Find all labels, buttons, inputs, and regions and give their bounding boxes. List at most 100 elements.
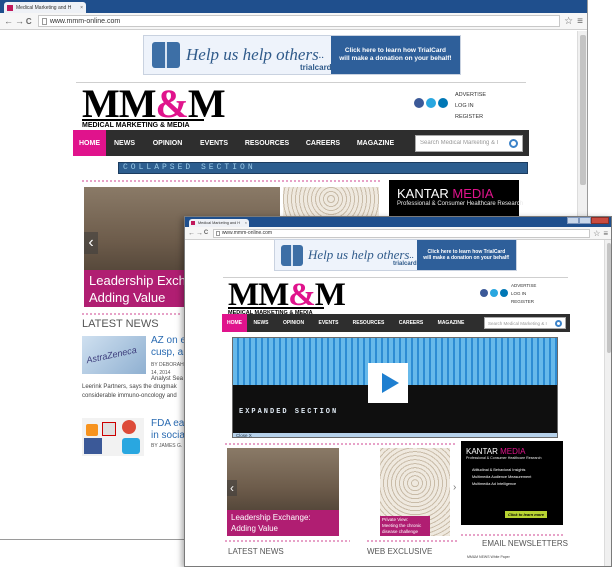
main-nav: HOME NEWS OPINION EVENTS RESOURCES CAREE… <box>73 130 529 156</box>
kantar-brand-highlight: MEDIA <box>452 186 494 201</box>
facebook-icon[interactable] <box>480 289 488 297</box>
kantar-cta-button[interactable]: Click to learn more <box>505 511 548 518</box>
nav-careers[interactable]: CAREERS <box>298 140 348 147</box>
back-icon[interactable]: ← <box>188 230 196 237</box>
nav-news[interactable]: NEWS <box>247 320 275 326</box>
close-bar[interactable]: Close X <box>233 433 557 437</box>
reload-icon[interactable]: C <box>26 17 38 26</box>
news-thumbnail[interactable]: AstraZeneca <box>82 336 146 374</box>
forward-icon[interactable]: → <box>15 16 26 26</box>
dotted-divider <box>82 180 382 182</box>
nav-events[interactable]: EVENTS <box>312 320 345 326</box>
nav-home[interactable]: HOME <box>73 130 106 156</box>
news-meta: BY DEBORAH 14, 2014 <box>151 361 184 377</box>
kantar-brand-text: KANTAR <box>397 186 449 201</box>
register-link[interactable]: REGISTER <box>455 112 486 123</box>
nav-home[interactable]: HOME <box>222 314 247 332</box>
star-icon[interactable]: ☆ <box>593 229 600 238</box>
address-bar[interactable]: www.mmm-online.com <box>37 15 561 27</box>
private-view-image[interactable]: Private View: Meeting the chronic diseas… <box>380 448 450 536</box>
ad-banner-left: Help us help others .. trialcard <box>275 240 417 270</box>
tab-close-icon[interactable]: × <box>245 221 247 225</box>
linkedin-icon[interactable] <box>438 98 448 108</box>
search-input[interactable]: Search Medical Marketing & I <box>484 317 566 329</box>
private-view-caption[interactable]: Private View: Meeting the chronic diseas… <box>380 516 430 536</box>
nav-opinion[interactable]: OPINION <box>143 140 192 147</box>
tab-close-icon[interactable]: × <box>80 5 83 11</box>
register-link[interactable]: REGISTER <box>511 298 536 306</box>
scrollbar-thumb[interactable] <box>607 243 611 353</box>
main-nav: HOME NEWS OPINION EVENTS RESOURCES CAREE… <box>222 314 570 332</box>
newsletter-item[interactable]: MM&M NEWS White Paper <box>467 555 510 559</box>
advertise-link[interactable]: ADVERTISE <box>455 90 486 101</box>
logo-letters: MM & M <box>82 81 226 126</box>
expanded-section[interactable]: EXPANDED SECTION Close X <box>232 337 558 438</box>
news-byline: BY DEBORAH <box>151 362 184 368</box>
slider-caption-line2: Adding Value <box>231 524 278 533</box>
browser-tab[interactable]: Medical Marketing and H × <box>189 219 249 227</box>
nav-magazine[interactable]: MAGAZINE <box>348 140 403 147</box>
twitter-icon[interactable] <box>490 289 498 297</box>
page-icon <box>215 230 220 236</box>
nav-events[interactable]: EVENTS <box>192 140 236 147</box>
facebook-icon[interactable] <box>414 98 424 108</box>
slider-caption[interactable]: Leadership Exchange: Adding Value <box>227 510 339 536</box>
scrollbar-thumb[interactable] <box>580 35 586 185</box>
nav-opinion[interactable]: OPINION <box>275 320 312 326</box>
nav-news[interactable]: NEWS <box>106 140 143 147</box>
collapsed-section[interactable]: COLLAPSED SECTION <box>118 162 528 174</box>
logo-letters-a: MM <box>228 277 289 313</box>
login-link[interactable]: LOG IN <box>455 101 486 112</box>
kantar-ad[interactable]: KANTAR MEDIA Professional & Consumer Hea… <box>461 441 563 525</box>
article-line-2: considerable immuno-oncology and <box>82 393 177 399</box>
email-newsletters-heading: EMAIL NEWSLETTERS <box>482 539 568 548</box>
kantar-bullet-1: Attitudinal & Behavioral Insights <box>472 468 526 472</box>
twitter-icon[interactable] <box>426 98 436 108</box>
minimize-icon[interactable] <box>567 217 579 224</box>
search-input[interactable]: Search Medical Marketing & I <box>415 134 523 152</box>
social-media-thumbnail[interactable] <box>82 418 144 456</box>
ad-banner-left: Help us help others .. trialcard <box>144 36 332 74</box>
nav-magazine[interactable]: MAGAZINE <box>430 320 472 326</box>
slider-image[interactable]: ‹ Leadership Exchange: Adding Value <box>227 448 339 536</box>
close-label[interactable]: Close X <box>236 433 252 437</box>
nav-resources[interactable]: RESOURCES <box>345 320 392 326</box>
dotted-divider <box>225 540 350 542</box>
logo-letters-b: M <box>187 81 226 126</box>
tab-strip: Medical Marketing and H × <box>185 217 611 227</box>
search-icon[interactable] <box>555 319 562 327</box>
kantar-ad[interactable]: KANTAR MEDIA Professional & Consumer Hea… <box>389 180 523 216</box>
linkedin-icon[interactable] <box>500 289 508 297</box>
star-icon[interactable]: ☆ <box>564 16 573 27</box>
menu-icon[interactable]: ≡ <box>603 229 608 238</box>
slider-prev-icon[interactable]: ‹ <box>84 232 98 254</box>
forward-icon[interactable]: → <box>196 230 204 237</box>
scrollbar[interactable] <box>604 240 611 566</box>
logo-letters-b: M <box>314 277 346 313</box>
search-icon[interactable] <box>509 138 518 148</box>
maximize-icon[interactable] <box>579 217 591 224</box>
ad-banner[interactable]: Help us help others .. trialcard Click h… <box>143 35 461 75</box>
nav-resources[interactable]: RESOURCES <box>236 140 298 147</box>
ad-banner[interactable]: Help us help others .. trialcard Click h… <box>274 239 517 271</box>
advertise-link[interactable]: ADVERTISE <box>511 282 536 290</box>
browser-toolbar: ← → C www.mmm-online.com ☆ ≡ <box>0 13 587 30</box>
ad-cta[interactable]: Click here to learn how TrialCard will m… <box>416 240 516 270</box>
address-bar[interactable]: www.mmm-online.com <box>212 228 591 238</box>
ad-cta[interactable]: Click here to learn how TrialCard will m… <box>330 36 460 74</box>
mmm-logo[interactable]: MM & M MEDICAL MARKETING & MEDIA <box>228 277 346 316</box>
url-text: www.mmm-online.com <box>49 17 121 25</box>
menu-icon[interactable]: ≡ <box>577 16 583 27</box>
nav-careers[interactable]: CAREERS <box>392 320 430 326</box>
back-icon[interactable]: ← <box>4 16 15 26</box>
mmm-logo[interactable]: MM & M MEDICAL MARKETING & MEDIA <box>82 81 226 129</box>
rss-icon <box>86 424 98 436</box>
slider-next-icon[interactable]: › <box>453 482 461 496</box>
window-close-icon[interactable] <box>591 217 609 224</box>
reload-icon[interactable]: C <box>204 230 213 236</box>
private-view-image[interactable] <box>283 187 379 217</box>
slider-prev-icon[interactable]: ‹ <box>227 480 237 496</box>
browser-tab[interactable]: Medical Marketing and H × <box>4 2 86 13</box>
play-icon[interactable] <box>368 363 408 403</box>
login-link[interactable]: LOG IN <box>511 290 536 298</box>
